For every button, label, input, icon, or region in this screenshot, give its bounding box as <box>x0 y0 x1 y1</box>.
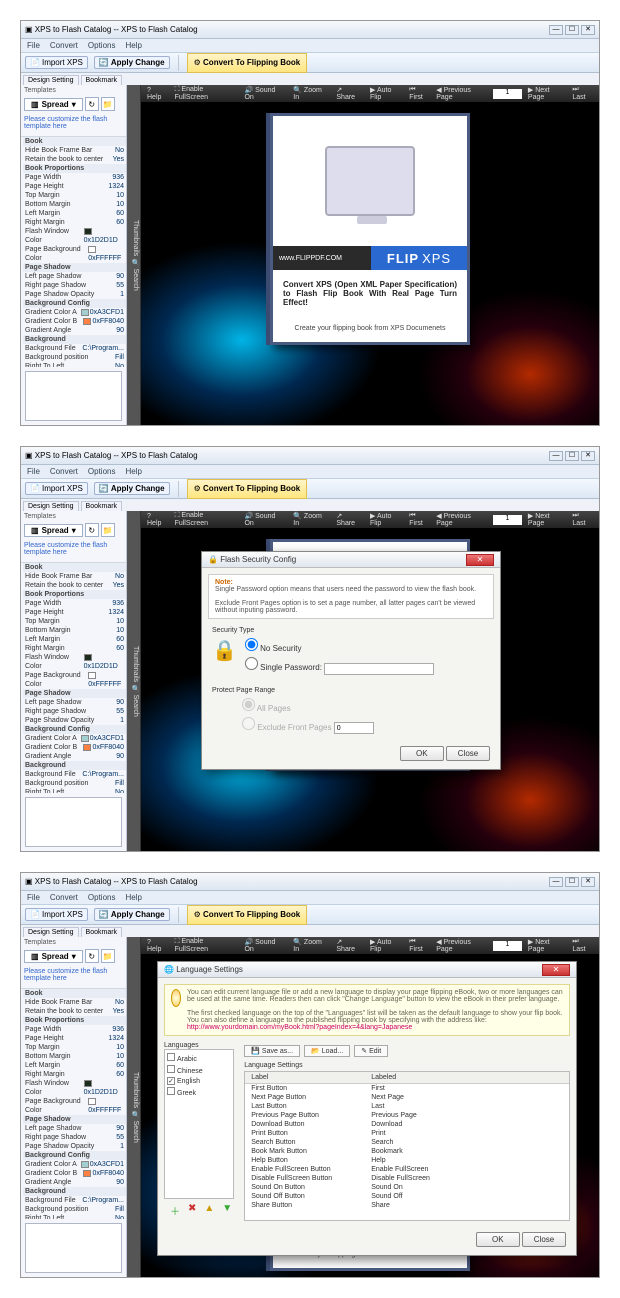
security-dialog: 🔒 Flash Security Config✕ Note: Single Pa… <box>201 551 501 770</box>
book-icon: ▥ <box>31 100 39 109</box>
background-header: Background <box>23 335 126 344</box>
padlock-icon: 🔒 <box>212 638 237 663</box>
first-button[interactable]: ⏮ First <box>409 86 430 101</box>
app-icon: ▣ <box>25 25 33 34</box>
color-swatch[interactable] <box>84 228 92 235</box>
window-titlebar: ▣ XPS to Flash Catalog -- XPS to Flash C… <box>21 21 599 39</box>
page-input[interactable]: 1 <box>493 89 522 99</box>
close-dialog-button[interactable]: Close <box>446 746 490 761</box>
no-security-radio[interactable] <box>245 638 258 651</box>
templates-label: Templates <box>24 87 123 94</box>
proportions-header: Book Proportions <box>23 164 126 173</box>
zoom-button[interactable]: 🔍 Zoom In <box>293 86 328 101</box>
window-title: XPS to Flash Catalog -- XPS to Flash Cat… <box>35 25 198 34</box>
protect-range-label: Protect Page Range <box>212 687 490 694</box>
screenshot-2: ▣ XPS to Flash Catalog -- XPS to Flash C… <box>20 446 600 852</box>
fullscreen-button[interactable]: ⛶ Enable FullScreen <box>175 86 237 101</box>
single-password-radio[interactable] <box>245 657 258 670</box>
book-header: Book <box>23 137 126 146</box>
last-button[interactable]: ⏭ Last <box>572 86 593 101</box>
refresh-template-button[interactable]: ↻ <box>85 97 99 111</box>
book-footer: Create your flipping book from XPS Docum… <box>273 311 467 342</box>
language-dialog: 🌐 Language Settings✕ You can edit curren… <box>157 961 577 1256</box>
tab-design-setting[interactable]: Design Setting <box>23 75 79 85</box>
help-button[interactable]: ? Help <box>147 87 167 101</box>
screenshot-1: ▣ XPS to Flash Catalog -- XPS to Flash C… <box>20 20 600 426</box>
move-up-button[interactable]: ▲ <box>204 1203 214 1218</box>
book-description: Convert XPS (Open XML Paper Specificatio… <box>273 270 467 311</box>
property-list[interactable]: Book Hide Book Frame BarNoRetain the boo… <box>21 137 126 367</box>
screenshot-3: ▣ XPS to Flash Catalog -- XPS to Flash C… <box>20 872 600 1278</box>
preview-toolbar: ? Help ⛶ Enable FullScreen 🔊 Sound On 🔍 … <box>141 85 599 103</box>
languages-header: Languages <box>164 1042 238 1049</box>
close-button[interactable]: ✕ <box>581 25 595 35</box>
remove-lang-button[interactable]: ✖ <box>188 1203 196 1218</box>
edit-button[interactable]: ✎ Edit <box>354 1045 388 1057</box>
import-xps-button[interactable]: 📄Import XPS <box>25 56 88 69</box>
tab-bookmark[interactable]: Bookmark <box>81 75 123 85</box>
main-toolbar: 📄Import XPS 🔄Apply Change ⚙ Convert To F… <box>21 53 599 73</box>
flipbook-preview[interactable]: www.FLIPPDF.COM FLIPXPS Convert XPS (Ope… <box>270 113 470 345</box>
dialog-title: Flash Security Config <box>220 555 296 564</box>
ok-button[interactable]: OK <box>476 1232 520 1247</box>
bgconf-header: Background Config <box>23 299 126 308</box>
prop-rows-3: Left page Shadow90Right page Shadow55Pag… <box>23 272 126 299</box>
close-dialog-button[interactable]: Close <box>522 1232 566 1247</box>
chevron-down-icon: ▾ <box>72 100 76 109</box>
all-pages-radio <box>242 698 255 711</box>
menubar: File Convert Options Help <box>21 39 599 53</box>
import-icon: 📄 <box>30 58 40 67</box>
left-panel: Templates ▥Spread▾ ↻ 📁 Please customize … <box>21 85 127 425</box>
prop-rows-1: Hide Book Frame BarNoRetain the book to … <box>23 146 126 164</box>
move-down-button[interactable]: ▼ <box>222 1203 232 1218</box>
minimize-button[interactable]: — <box>549 25 563 35</box>
load-button[interactable]: 📂 Load... <box>304 1045 350 1057</box>
language-table[interactable]: LabelLabeled First ButtonFirstNext Page … <box>244 1071 570 1221</box>
language-list[interactable]: ArabicChinese✓EnglishGreek <box>164 1049 234 1199</box>
exclude-pages-radio <box>242 717 255 730</box>
preview-stage: ? Help ⛶ Enable FullScreen 🔊 Sound On 🔍 … <box>141 85 599 425</box>
share-button[interactable]: ↗ Share <box>336 86 362 101</box>
preview-thumbnail <box>25 371 122 421</box>
autoflip-button[interactable]: ▶ Auto Flip <box>370 86 403 101</box>
template-spread-button[interactable]: ▥Spread▾ <box>24 98 83 111</box>
maximize-button[interactable]: ☐ <box>565 25 579 35</box>
shadow-header: Page Shadow <box>23 263 126 272</box>
brand-logo: FLIPXPS <box>371 246 467 270</box>
menu-options[interactable]: Options <box>88 41 116 50</box>
gear-icon: ⚙ <box>194 58 201 67</box>
add-lang-button[interactable]: ＋ <box>170 1203 180 1218</box>
prop-rows-4: Gradient Color A0xA3CFD1Gradient Color B… <box>23 308 126 335</box>
exclude-pages-input <box>334 722 374 734</box>
color-swatch[interactable] <box>88 246 96 253</box>
monitor-illustration <box>325 146 415 216</box>
save-as-button[interactable]: 💾 Save as... <box>244 1045 300 1057</box>
next-button[interactable]: ▶ Next Page <box>528 86 566 101</box>
thumbnails-tab[interactable]: Thumbnails 🔍 Search <box>127 85 141 425</box>
open-template-button[interactable]: 📁 <box>101 97 115 111</box>
convert-button[interactable]: ⚙ Convert To Flipping Book <box>187 53 308 73</box>
dialog-close-button[interactable]: ✕ <box>542 964 570 976</box>
lang-settings-header: Language Settings <box>244 1060 570 1071</box>
customize-link[interactable]: Please customize the flash template here <box>24 114 123 134</box>
dialog-title: Language Settings <box>176 965 243 974</box>
prev-button[interactable]: ◀ Previous Page <box>436 86 487 101</box>
dialog-close-button[interactable]: ✕ <box>466 554 494 566</box>
ok-button[interactable]: OK <box>400 746 444 761</box>
prop-rows-5: Background FileC:\Program...Background p… <box>23 344 126 367</box>
menu-help[interactable]: Help <box>125 41 141 50</box>
brand-url: www.FLIPPDF.COM <box>273 246 371 270</box>
security-type-label: Security Type <box>212 627 490 634</box>
password-input[interactable] <box>324 663 434 675</box>
sound-button[interactable]: 🔊 Sound On <box>244 86 285 101</box>
menu-file[interactable]: File <box>27 41 40 50</box>
lightbulb-icon <box>171 989 181 1007</box>
lock-icon: 🔒 <box>208 555 218 564</box>
globe-icon: 🌐 <box>164 965 174 974</box>
apply-change-button[interactable]: 🔄Apply Change <box>94 56 170 69</box>
prop-rows-2: Page Width936Page Height1324Top Margin10… <box>23 173 126 227</box>
refresh-icon: 🔄 <box>99 58 109 67</box>
menu-convert[interactable]: Convert <box>50 41 78 50</box>
